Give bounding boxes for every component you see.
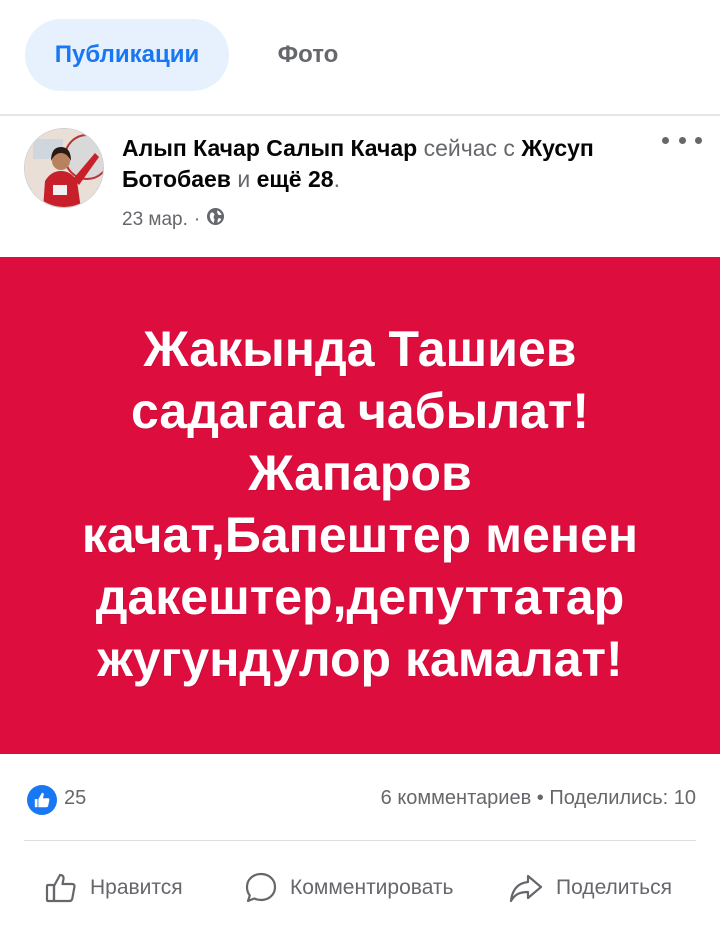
comment-button[interactable]: Комментировать [244, 863, 453, 913]
post-author-line: Алып Качар Салып Качар сейчас с Жусуп Бо… [122, 133, 642, 195]
with-prefix: сейчас с [423, 135, 515, 161]
and-word: и [237, 166, 251, 192]
more-options-icon[interactable] [662, 128, 702, 152]
comment-icon [244, 871, 278, 905]
banner-line: дакештер,депуттатар [95, 568, 625, 625]
post-stats: 6 комментариев • Поделились: 10 [381, 787, 696, 810]
post-date[interactable]: 23 мар. [122, 209, 188, 231]
shares-count[interactable]: Поделились: 10 [549, 787, 696, 809]
like-reaction-icon[interactable] [27, 785, 57, 815]
tab-publications[interactable]: Публикации [25, 19, 229, 91]
like-count[interactable]: 25 [64, 787, 86, 810]
post-banner: Жакында Ташиев садагага чабылат! Жапаров… [0, 257, 720, 754]
tab-bar: Публикации Фото [0, 0, 720, 114]
tab-photos[interactable]: Фото [248, 19, 368, 91]
tagged-others[interactable]: ещё 28 [257, 166, 334, 192]
share-button[interactable]: Поделиться [508, 863, 672, 913]
avatar-image [25, 129, 103, 207]
divider [24, 840, 696, 841]
banner-text: Жакында Ташиев садагага чабылат! Жапаров… [40, 318, 680, 690]
banner-line: садагага чабылат! [130, 382, 590, 439]
comment-label: Комментировать [290, 876, 454, 899]
banner-line: качат,Бапештер менен [81, 506, 639, 563]
post-meta: 23 мар. · [122, 207, 225, 232]
stats-dot: • [536, 787, 544, 809]
thumbs-up-icon [44, 871, 78, 905]
share-icon [508, 871, 544, 905]
like-label: Нравится [90, 876, 183, 899]
meta-separator: · [193, 208, 201, 230]
share-label: Поделиться [556, 876, 672, 899]
author-name[interactable]: Алып Качар Салып Качар [122, 135, 417, 161]
avatar[interactable] [24, 128, 104, 208]
like-button[interactable]: Нравится [44, 863, 183, 913]
banner-line: Жапаров [248, 444, 472, 501]
banner-line: Жакында Ташиев [143, 320, 577, 377]
divider [0, 114, 720, 116]
comments-count[interactable]: 6 комментариев [381, 787, 532, 809]
period: . [333, 166, 340, 192]
banner-line: жугундулор камалат! [97, 630, 623, 687]
globe-icon [206, 207, 225, 232]
